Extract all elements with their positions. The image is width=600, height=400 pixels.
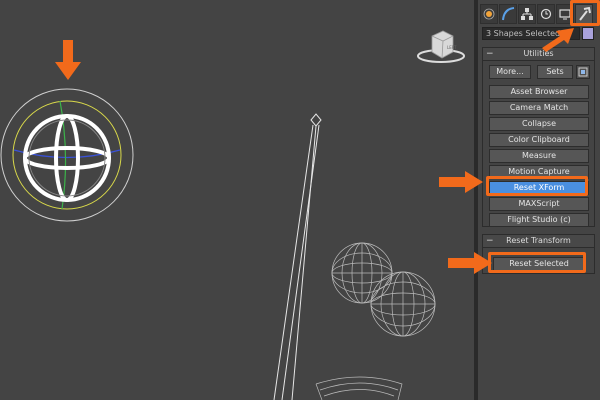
reset-selected-button[interactable]: Reset Selected — [493, 257, 585, 271]
utility-button[interactable]: Collapse — [489, 117, 589, 131]
command-panel-tabs — [478, 3, 600, 25]
modify-tab[interactable] — [499, 4, 517, 24]
utilities-tab[interactable] — [575, 4, 593, 24]
motion-icon — [540, 8, 552, 20]
annotation-arrow-right-icon — [448, 252, 492, 274]
hammer-icon — [579, 6, 591, 21]
motion-tab[interactable] — [537, 4, 555, 24]
display-tab[interactable] — [556, 4, 574, 24]
utility-button[interactable]: Asset Browser — [489, 85, 589, 99]
annotation-arrow-up-right-icon — [542, 28, 574, 52]
wire-sphere-right[interactable] — [370, 271, 436, 337]
wire-line-object[interactable] — [273, 113, 322, 400]
configure-icon — [578, 67, 588, 77]
more-button[interactable]: More... — [489, 65, 531, 79]
utility-button[interactable]: Reset XForm — [489, 181, 589, 195]
reset-transform-rollout: − Reset Transform Reset Selected — [482, 234, 595, 274]
viewport[interactable]: LEFT — [0, 0, 474, 400]
collapse-minus-icon: − — [486, 49, 494, 59]
utility-button[interactable]: Flight Studio (c) — [489, 213, 589, 227]
command-panel: 3 Shapes Selected − Utilities More... Se… — [478, 0, 600, 400]
utility-button[interactable]: Color Clipboard — [489, 133, 589, 147]
wire-bowl-object[interactable] — [315, 376, 403, 400]
hierarchy-tab[interactable] — [518, 4, 536, 24]
annotation-arrow-down-icon — [55, 40, 81, 80]
selection-color-swatch[interactable] — [582, 27, 594, 40]
configure-sets-button[interactable] — [576, 65, 590, 79]
utilities-rollout: − Utilities More... Sets Asset Browser Ca… — [482, 47, 595, 227]
utility-button[interactable]: Measure — [489, 149, 589, 163]
wire-sphere-left[interactable] — [331, 242, 393, 304]
viewcube-label: LEFT — [447, 45, 457, 50]
reset-transform-rollout-header[interactable]: − Reset Transform — [483, 235, 594, 248]
collapse-minus-icon: − — [486, 236, 494, 246]
annotation-arrow-right-icon — [439, 171, 483, 193]
create-tab[interactable] — [480, 4, 498, 24]
sun-icon — [483, 8, 495, 20]
utility-button[interactable]: Camera Match — [489, 101, 589, 115]
reset-transform-rollout-title: Reset Transform — [506, 236, 571, 245]
viewcube[interactable]: LEFT — [417, 30, 465, 63]
utility-button[interactable]: Motion Capture — [489, 165, 589, 179]
hierarchy-icon — [521, 8, 533, 20]
utilities-rollout-header[interactable]: − Utilities — [483, 48, 594, 61]
utility-button[interactable]: MAXScript — [489, 197, 589, 211]
display-icon — [559, 9, 571, 20]
sets-button[interactable]: Sets — [537, 65, 573, 79]
modify-arc-icon — [502, 7, 515, 21]
